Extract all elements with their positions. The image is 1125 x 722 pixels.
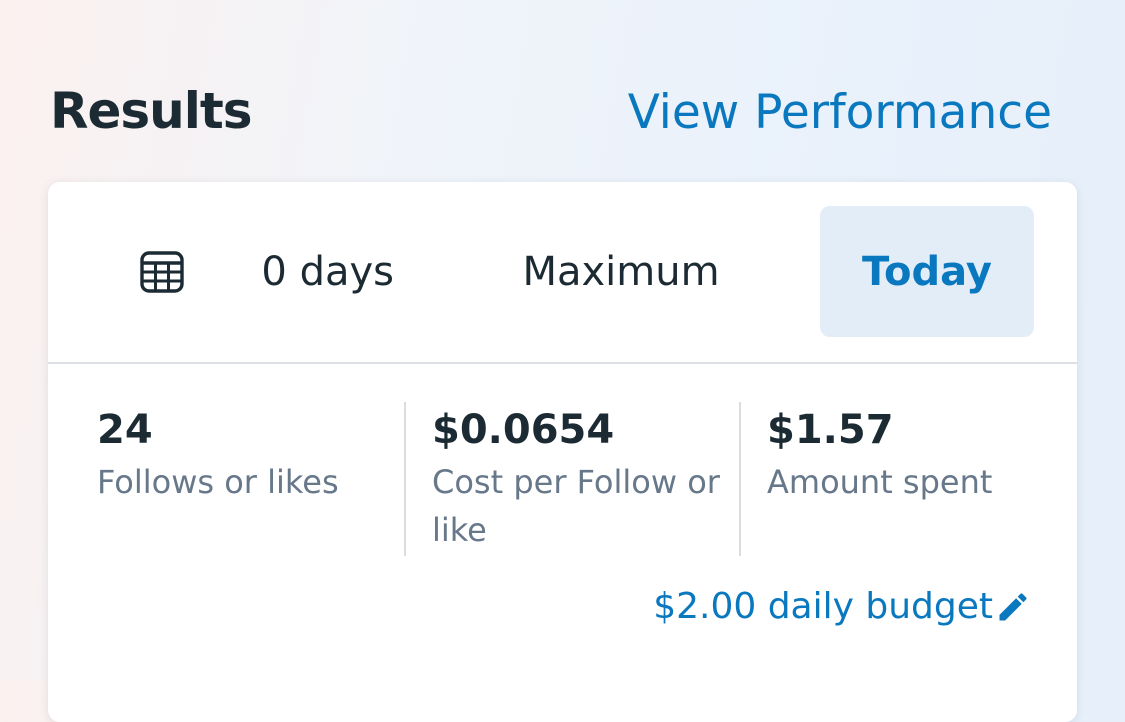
tab-maximum[interactable]: Maximum xyxy=(486,206,756,337)
tab-today[interactable]: Today xyxy=(820,206,1034,337)
metric-amount-spent: $1.57 Amount spent xyxy=(767,402,1047,506)
results-card: 0 days Maximum Today 24 Follows or likes… xyxy=(48,182,1077,722)
metric-value: $0.0654 xyxy=(432,407,615,453)
tab-today-label: Today xyxy=(862,248,992,295)
metric-label: Amount spent xyxy=(767,463,993,501)
metric-label: Cost per Follow or like xyxy=(432,463,720,549)
date-range-tabs: 0 days Maximum Today xyxy=(48,182,1077,364)
metric-value: $1.57 xyxy=(767,407,894,453)
calendar-icon[interactable] xyxy=(138,248,186,296)
tab-maximum-label: Maximum xyxy=(522,248,720,295)
metric-divider xyxy=(739,402,741,556)
metric-label: Follows or likes xyxy=(97,463,339,501)
metric-value: 24 xyxy=(97,407,153,453)
view-performance-link[interactable]: View Performance xyxy=(628,80,1052,146)
pencil-icon[interactable] xyxy=(995,589,1031,625)
metric-follows: 24 Follows or likes xyxy=(97,402,397,506)
metric-cost-per-follow: $0.0654 Cost per Follow or like xyxy=(432,402,742,554)
tab-days[interactable]: 0 days xyxy=(244,206,394,337)
results-title: Results xyxy=(50,82,253,140)
daily-budget-label: $2.00 daily budget xyxy=(653,586,993,627)
metric-divider xyxy=(404,402,406,556)
tab-days-label: 0 days xyxy=(261,248,394,295)
daily-budget-link[interactable]: $2.00 daily budget xyxy=(653,586,1031,627)
